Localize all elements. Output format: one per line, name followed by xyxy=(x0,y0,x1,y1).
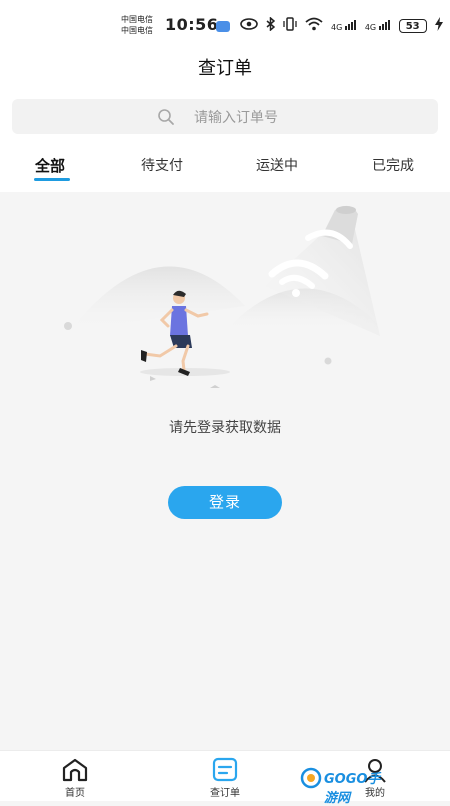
watermark: GOGO手游网 xyxy=(300,765,390,806)
status-time: 10:56 xyxy=(165,15,219,34)
eye-icon xyxy=(240,18,258,34)
header: 查订单 xyxy=(0,44,450,89)
carrier-2: 中国电信 xyxy=(121,26,153,35)
bluetooth-icon xyxy=(266,16,276,35)
battery-icon: 53 xyxy=(398,19,427,33)
tab-pending-payment[interactable]: 待支付 xyxy=(141,155,183,175)
wifi-icon xyxy=(305,17,323,35)
page-title: 查订单 xyxy=(198,57,252,79)
login-button[interactable]: 登录 xyxy=(168,486,282,519)
order-icon xyxy=(211,757,239,783)
carrier-info: 中国电信 中国电信 xyxy=(121,14,163,36)
empty-state-message: 请先登录获取数据 xyxy=(169,420,281,436)
charging-icon xyxy=(434,17,443,35)
watermark-logo-icon xyxy=(300,767,322,789)
tab-completed[interactable]: 已完成 xyxy=(372,155,414,175)
home-icon xyxy=(61,757,89,783)
tab-in-transit[interactable]: 运送中 xyxy=(256,155,298,175)
signal-icon-2: 4G xyxy=(365,20,391,32)
nav-label-orders: 查订单 xyxy=(210,788,240,799)
nav-item-orders[interactable]: 查订单 xyxy=(180,751,270,801)
tab-active-indicator xyxy=(34,178,70,181)
status-icons: 4G 4G 53 xyxy=(240,16,443,35)
signal-icon-1: 4G xyxy=(331,20,357,32)
status-bar: 中国电信 中国电信 10:56 4G 4G 53 xyxy=(0,0,450,44)
search-area xyxy=(0,89,450,143)
search-icon xyxy=(157,108,175,126)
carrier-1: 中国电信 xyxy=(121,15,153,24)
search-box[interactable] xyxy=(12,99,438,136)
order-tabs: 全部 待支付 运送中 已完成 xyxy=(0,143,450,192)
tab-all[interactable]: 全部 xyxy=(35,155,65,176)
search-input[interactable] xyxy=(192,99,426,136)
watermark-text: GOGO手游网 xyxy=(324,772,381,806)
nav-label-home: 首页 xyxy=(65,788,85,799)
vibrate-icon xyxy=(283,17,297,35)
hd-icon xyxy=(216,21,230,32)
nav-item-home[interactable]: 首页 xyxy=(30,751,120,801)
empty-state-illustration xyxy=(64,205,385,388)
